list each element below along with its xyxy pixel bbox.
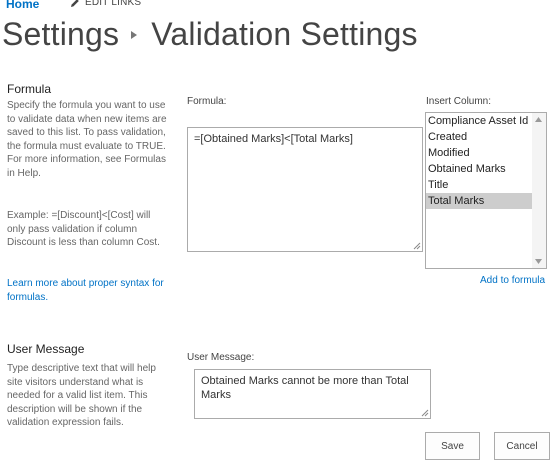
scroll-up-icon[interactable] bbox=[535, 117, 542, 122]
column-option-selected[interactable]: Total Marks bbox=[426, 193, 534, 209]
column-option[interactable]: Obtained Marks bbox=[426, 161, 534, 177]
user-message-heading: User Message bbox=[7, 342, 85, 356]
home-link[interactable]: Home bbox=[6, 0, 39, 11]
formula-textarea[interactable]: =[Obtained Marks]<[Total Marks] bbox=[187, 127, 423, 252]
scroll-down-icon[interactable] bbox=[535, 259, 542, 264]
formula-example: Example: =[Discount]<[Cost] will only pa… bbox=[7, 210, 160, 249]
formula-label: Formula: bbox=[187, 96, 227, 107]
pencil-icon bbox=[71, 0, 79, 7]
breadcrumb-settings[interactable]: Settings bbox=[2, 16, 119, 53]
insert-column-listbox[interactable]: Compliance Asset Id Created Modified Obt… bbox=[425, 112, 547, 269]
listbox-scrollbar[interactable] bbox=[532, 113, 546, 268]
cancel-button[interactable]: Cancel bbox=[494, 432, 550, 460]
user-message-description: Type descriptive text that will help sit… bbox=[7, 363, 156, 429]
user-message-textarea[interactable]: Obtained Marks cannot be more than Total… bbox=[194, 369, 431, 419]
edit-links-label: EDIT LINKS bbox=[85, 0, 142, 8]
formula-heading: Formula bbox=[7, 82, 52, 96]
column-option[interactable]: Created bbox=[426, 129, 534, 145]
add-to-formula-link[interactable]: Add to formula bbox=[480, 275, 545, 286]
edit-links-button[interactable]: EDIT LINKS bbox=[70, 0, 141, 8]
user-message-label: User Message: bbox=[187, 352, 255, 363]
column-option[interactable]: Compliance Asset Id bbox=[426, 113, 534, 129]
column-option[interactable]: Modified bbox=[426, 145, 534, 161]
breadcrumb-current: Validation Settings bbox=[151, 16, 418, 52]
formula-description: Specify the formula you want to use to v… bbox=[7, 100, 167, 179]
validation-settings-page: Home EDIT LINKS Settings Validation Sett… bbox=[0, 0, 554, 461]
save-button[interactable]: Save bbox=[425, 432, 480, 460]
resize-grip-icon[interactable] bbox=[420, 408, 429, 417]
page-title: Settings Validation Settings bbox=[2, 16, 418, 53]
triangle-right-icon bbox=[131, 30, 138, 39]
column-option[interactable]: Title bbox=[426, 177, 534, 193]
resize-grip-icon[interactable] bbox=[412, 241, 421, 250]
insert-column-label: Insert Column: bbox=[426, 96, 492, 107]
learn-more-link[interactable]: Learn more about proper syntax for formu… bbox=[7, 277, 167, 304]
